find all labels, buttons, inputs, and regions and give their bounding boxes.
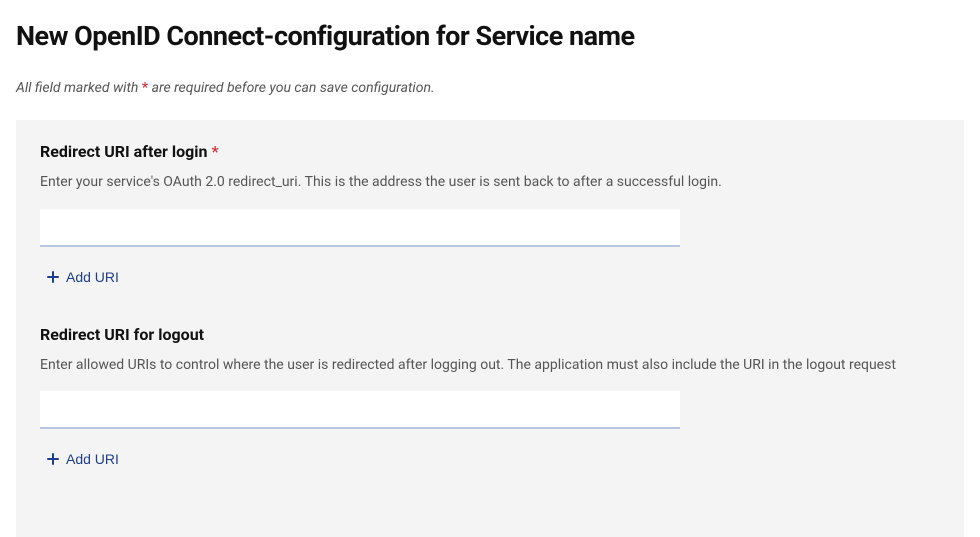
- login-redirect-label-text: Redirect URI after login: [40, 142, 207, 161]
- login-redirect-uri-input[interactable]: [40, 209, 680, 247]
- plus-icon: [46, 270, 60, 284]
- login-redirect-field-group: Redirect URI after login * Enter your se…: [40, 142, 940, 289]
- login-redirect-label: Redirect URI after login *: [40, 142, 940, 161]
- login-redirect-help-text: Enter your service's OAuth 2.0 redirect_…: [40, 173, 940, 193]
- logout-redirect-field-group: Redirect URI for logout Enter allowed UR…: [40, 325, 940, 472]
- logout-redirect-uri-input[interactable]: [40, 391, 680, 429]
- logout-redirect-label-text: Redirect URI for logout: [40, 325, 204, 344]
- page-title: New OpenID Connect-configuration for Ser…: [16, 20, 964, 52]
- add-login-uri-button[interactable]: Add URI: [40, 265, 125, 289]
- required-note-suffix: are required before you can save configu…: [148, 80, 434, 96]
- logout-redirect-help-text: Enter allowed URIs to control where the …: [40, 356, 940, 376]
- add-logout-uri-button[interactable]: Add URI: [40, 447, 125, 471]
- required-fields-note: All field marked with * are required bef…: [16, 80, 964, 96]
- add-logout-uri-label: Add URI: [66, 451, 119, 467]
- required-asterisk-icon: *: [211, 142, 218, 161]
- required-note-prefix: All field marked with: [16, 80, 142, 96]
- oidc-config-form: Redirect URI after login * Enter your se…: [16, 120, 964, 537]
- add-login-uri-label: Add URI: [66, 269, 119, 285]
- plus-icon: [46, 452, 60, 466]
- logout-redirect-label: Redirect URI for logout: [40, 325, 940, 344]
